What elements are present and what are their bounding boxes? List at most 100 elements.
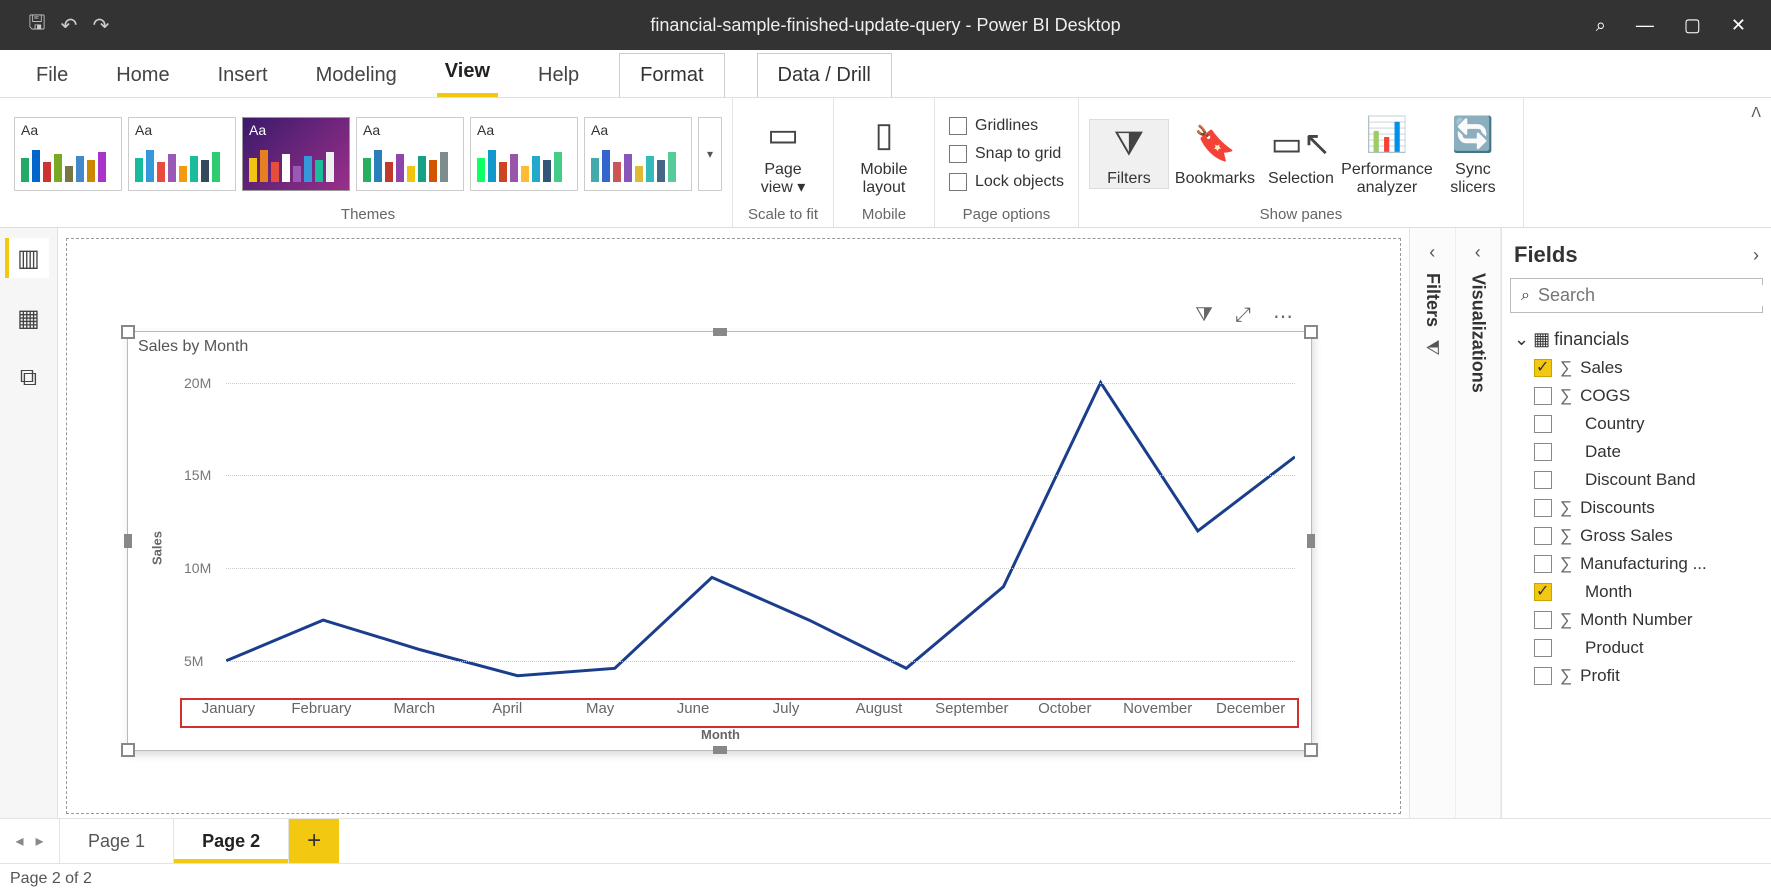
field-row[interactable]: ∑Gross Sales <box>1510 522 1763 550</box>
field-checkbox[interactable] <box>1534 443 1552 461</box>
field-checkbox[interactable] <box>1534 527 1552 545</box>
tab-modeling[interactable]: Modeling <box>308 54 405 97</box>
resize-handle[interactable] <box>713 328 727 336</box>
close-icon[interactable]: ✕ <box>1731 15 1746 36</box>
field-row[interactable]: Month <box>1510 578 1763 606</box>
maximize-icon[interactable]: ▢ <box>1684 15 1701 36</box>
page-tab-2[interactable]: Page 2 <box>174 819 289 863</box>
bookmarks-pane-button[interactable]: 🔖Bookmarks <box>1175 120 1255 188</box>
theme-swatch-4[interactable]: Aa <box>356 117 464 191</box>
field-checkbox[interactable] <box>1534 499 1552 517</box>
tab-file[interactable]: File <box>28 54 76 97</box>
page-view-icon: ▭ <box>767 115 799 155</box>
field-checkbox[interactable] <box>1534 611 1552 629</box>
field-row[interactable]: ∑Discounts <box>1510 494 1763 522</box>
lock-objects-checkbox[interactable]: Lock objects <box>945 169 1068 195</box>
add-page-button[interactable]: + <box>289 819 339 863</box>
tab-data-drill[interactable]: Data / Drill <box>757 53 892 97</box>
next-page-icon[interactable]: ▸ <box>36 831 44 851</box>
x-tick: October <box>1018 700 1111 726</box>
filters-pane-button[interactable]: ⧩Filters <box>1089 119 1169 189</box>
resize-handle[interactable] <box>1307 534 1315 548</box>
redo-icon[interactable]: ↷ <box>89 13 113 37</box>
field-row[interactable]: ∑Sales <box>1510 354 1763 382</box>
table-node[interactable]: ⌄ ▦ financials <box>1510 325 1763 354</box>
minimize-icon[interactable]: — <box>1636 15 1654 36</box>
sync-slicers-button[interactable]: 🔄Sync slicers <box>1433 111 1513 196</box>
resize-handle[interactable] <box>124 534 132 548</box>
field-checkbox[interactable] <box>1534 583 1552 601</box>
scale-group-label: Scale to fit <box>748 204 818 223</box>
mobile-layout-button[interactable]: ▯ Mobile layout <box>844 111 924 196</box>
fields-search-input[interactable] <box>1538 285 1770 306</box>
tab-insert[interactable]: Insert <box>210 54 276 97</box>
resize-corner[interactable] <box>121 325 135 339</box>
title-bar: 🖫 ↶ ↷ financial-sample-finished-update-q… <box>0 0 1771 50</box>
field-checkbox[interactable] <box>1534 639 1552 657</box>
theme-swatch-6[interactable]: Aa <box>584 117 692 191</box>
tab-format[interactable]: Format <box>619 53 724 97</box>
report-view-icon[interactable]: ▥ <box>5 238 49 278</box>
field-row[interactable]: Date <box>1510 438 1763 466</box>
theme-swatch-5[interactable]: Aa <box>470 117 578 191</box>
table-icon: ▦ <box>1533 329 1550 350</box>
visual-more-icon[interactable]: ⋯ <box>1273 304 1293 329</box>
field-row[interactable]: ∑Profit <box>1510 662 1763 690</box>
field-checkbox[interactable] <box>1534 667 1552 685</box>
themes-group-label: Themes <box>341 204 395 223</box>
field-row[interactable]: Country <box>1510 410 1763 438</box>
field-checkbox[interactable] <box>1534 359 1552 377</box>
tab-help[interactable]: Help <box>530 54 587 97</box>
fields-search[interactable]: ⌕ <box>1510 278 1763 313</box>
resize-corner[interactable] <box>121 743 135 757</box>
field-row[interactable]: ∑Month Number <box>1510 606 1763 634</box>
field-checkbox[interactable] <box>1534 415 1552 433</box>
field-row[interactable]: ∑COGS <box>1510 382 1763 410</box>
visualizations-pane-collapsed[interactable]: ‹ Visualizations <box>1456 228 1502 818</box>
theme-swatch-1[interactable]: Aa <box>14 117 122 191</box>
theme-gallery-dropdown[interactable]: ▾ <box>698 117 722 191</box>
x-tick: June <box>647 700 740 726</box>
resize-corner[interactable] <box>1304 325 1318 339</box>
field-row[interactable]: ∑Manufacturing ... <box>1510 550 1763 578</box>
sigma-icon: ∑ <box>1560 358 1572 378</box>
performance-analyzer-button[interactable]: 📊Performance analyzer <box>1347 111 1427 196</box>
field-name: Gross Sales <box>1580 526 1673 546</box>
undo-icon[interactable]: ↶ <box>57 13 81 37</box>
visual-focus-icon[interactable]: ⤢ <box>1235 304 1251 329</box>
resize-handle[interactable] <box>713 746 727 754</box>
model-view-icon[interactable]: ⧉ <box>9 358 49 398</box>
mobile-group-label: Mobile <box>862 204 906 223</box>
field-checkbox[interactable] <box>1534 387 1552 405</box>
filters-pane-collapsed[interactable]: ‹ Filters ⧩ <box>1410 228 1456 818</box>
field-name: COGS <box>1580 386 1630 406</box>
theme-swatch-2[interactable]: Aa <box>128 117 236 191</box>
gridlines-checkbox[interactable]: Gridlines <box>945 113 1068 139</box>
field-row[interactable]: Discount Band <box>1510 466 1763 494</box>
collapse-ribbon-icon[interactable]: ᐱ <box>1751 104 1761 121</box>
report-canvas[interactable]: ⧩ ⤢ ⋯ Sales by Month Sales Month <box>66 238 1401 814</box>
chart-visual[interactable]: ⧩ ⤢ ⋯ Sales by Month Sales Month <box>127 331 1312 751</box>
view-switcher: ▥ ▦ ⧉ <box>0 228 58 818</box>
field-checkbox[interactable] <box>1534 555 1552 573</box>
selection-pane-button[interactable]: ▭↖Selection <box>1261 120 1341 188</box>
field-name: Month <box>1585 582 1632 602</box>
tab-home[interactable]: Home <box>108 54 177 97</box>
search-icon[interactable]: ⌕ <box>1596 15 1606 36</box>
page-view-button[interactable]: ▭ Page view ▾ <box>743 111 823 196</box>
resize-corner[interactable] <box>1304 743 1318 757</box>
tab-view[interactable]: View <box>437 50 498 97</box>
chevron-right-icon[interactable]: › <box>1753 245 1759 266</box>
prev-page-icon[interactable]: ◂ <box>15 831 23 851</box>
data-view-icon[interactable]: ▦ <box>9 298 49 338</box>
field-row[interactable]: Product <box>1510 634 1763 662</box>
visual-filter-icon[interactable]: ⧩ <box>1195 304 1213 329</box>
x-tick: April <box>461 700 554 726</box>
field-checkbox[interactable] <box>1534 471 1552 489</box>
x-tick: March <box>368 700 461 726</box>
save-icon[interactable]: 🖫 <box>25 13 49 37</box>
search-icon: ⌕ <box>1521 287 1530 305</box>
snap-to-grid-checkbox[interactable]: Snap to grid <box>945 141 1068 167</box>
theme-swatch-3-selected[interactable]: Aa <box>242 117 350 191</box>
page-tab-1[interactable]: Page 1 <box>60 819 174 863</box>
